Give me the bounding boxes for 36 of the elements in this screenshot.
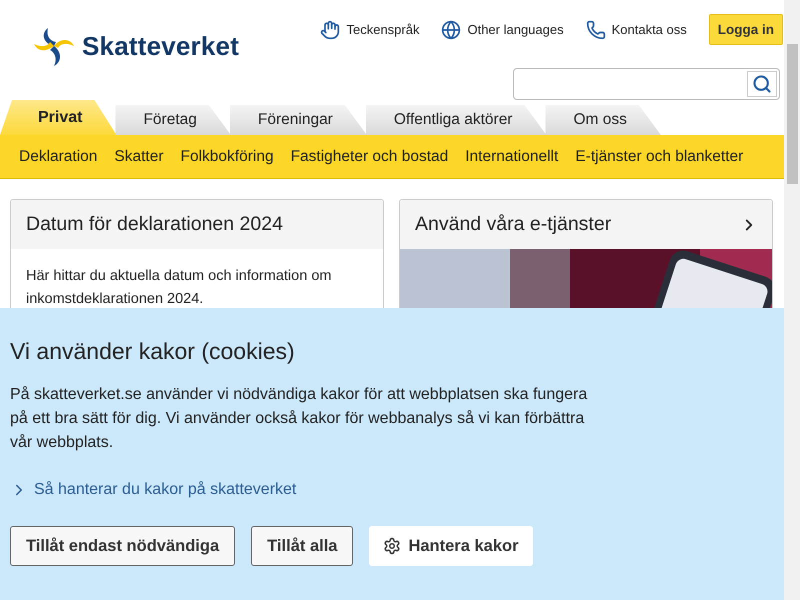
card-header[interactable]: Datum för deklarationen 2024 [11, 200, 383, 249]
nav-tab[interactable]: Privat [0, 100, 116, 135]
sub-navigation-link[interactable]: Skatter [114, 148, 164, 166]
header-link[interactable]: Teckenspråk [320, 20, 420, 40]
scrollbar[interactable] [784, 0, 800, 600]
cookie-title: Vi använder kakor (cookies) [10, 338, 296, 365]
sub-navigation-link[interactable]: Internationellt [465, 148, 558, 166]
header-link[interactable]: Kontakta oss [586, 20, 687, 40]
login-button[interactable]: Logga in [708, 14, 783, 45]
hand-icon [320, 20, 340, 40]
card-title: Använd våra e-tjänster [415, 213, 612, 236]
card-title: Datum för deklarationen 2024 [26, 213, 283, 236]
nav-tab[interactable]: Offentliga aktörer [366, 105, 546, 135]
sub-navigation-link[interactable]: E-tjänster och blanketter [575, 148, 744, 166]
card-header[interactable]: Använd våra e-tjänster [400, 200, 772, 249]
search-field[interactable] [513, 68, 780, 100]
globe-icon [441, 20, 462, 40]
manage-cookies-button[interactable]: Hantera kakor [369, 526, 533, 566]
site-logo[interactable]: Skatteverket [82, 30, 240, 62]
search-button[interactable] [747, 71, 777, 97]
phone-icon [586, 20, 606, 40]
sub-navigation-link[interactable]: Fastigheter och bostad [290, 148, 448, 166]
header-link[interactable]: Other languages [441, 20, 564, 40]
cookie-consent-button[interactable]: Tillåt alla [251, 526, 354, 566]
cookie-consent-button[interactable]: Tillåt endast nödvändiga [10, 526, 236, 566]
logo-icon [34, 26, 76, 66]
cookie-info-link[interactable]: Så hanterar du kakor på skatteverket [10, 481, 774, 499]
nav-tab[interactable]: Företag [115, 105, 231, 135]
settings-icon [383, 537, 402, 555]
sub-navigation-link[interactable]: Deklaration [19, 148, 98, 166]
sub-navigation-link[interactable]: Folkbokföring [180, 148, 274, 166]
nav-tab[interactable]: Om oss [545, 105, 661, 135]
nav-tab[interactable]: Föreningar [230, 105, 367, 135]
search-icon [752, 74, 772, 94]
card-text: Här hittar du aktuella datum och information om inkomstdeklarationen 2024. [26, 267, 332, 309]
cookie-text: På skatteverket.se använder vi nödvändiga kakor för att webbplatsen ska fungera på ett bra sätt för dig. Vi använder också kakor för webbanalys så vi kan förbättra vår webbplats. [10, 385, 588, 453]
